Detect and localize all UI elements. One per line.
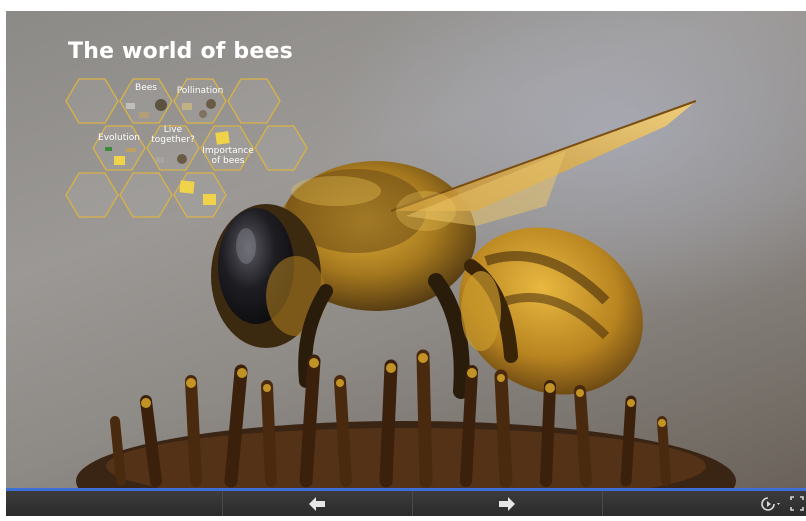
hex-empty	[119, 172, 173, 218]
hex-empty	[65, 172, 119, 218]
hex-notes[interactable]	[173, 172, 227, 218]
hex-label-live-together[interactable]: Live together?	[151, 125, 195, 145]
bar-divider	[602, 491, 603, 516]
fullscreen-icon	[790, 496, 804, 511]
hex-label-pollination[interactable]: Pollination	[176, 86, 224, 96]
hex-label-bees[interactable]: Bees	[128, 83, 164, 93]
hex-label-evolution[interactable]: Evolution	[96, 133, 142, 143]
hex-empty	[227, 78, 281, 124]
honeycomb-overview	[65, 78, 308, 218]
arrow-right-icon	[499, 497, 515, 511]
hex-empty	[65, 78, 119, 124]
previous-button[interactable]	[223, 491, 411, 516]
hex-empty	[254, 125, 308, 171]
player-control-bar	[6, 491, 806, 516]
hex-label-importance[interactable]: Importance of bees	[202, 146, 254, 166]
fullscreen-button[interactable]	[788, 491, 806, 516]
next-button[interactable]	[413, 491, 601, 516]
arrow-left-icon	[309, 497, 325, 511]
autoplay-icon	[761, 497, 780, 511]
presentation-canvas[interactable]: The world of bees Bees Pollination Evolu…	[6, 11, 806, 488]
autoplay-button[interactable]	[758, 491, 784, 516]
